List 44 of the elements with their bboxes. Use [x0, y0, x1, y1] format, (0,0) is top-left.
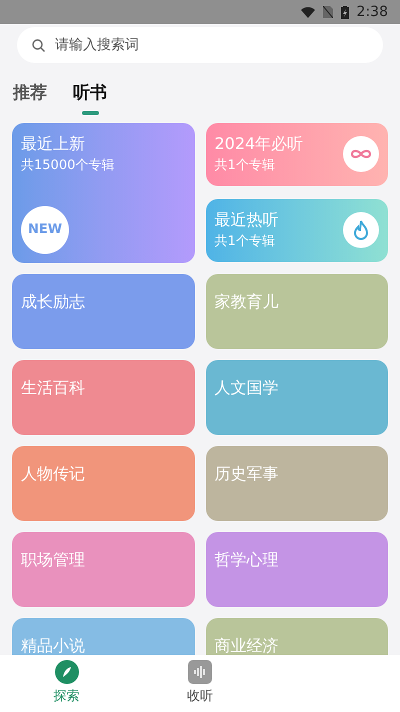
card-title: 历史军事: [214, 464, 278, 482]
clock: 2:38: [356, 2, 388, 22]
tab[interactable]: 听书: [73, 81, 107, 114]
card-subtitle: 共15000个专辑: [21, 156, 116, 174]
category-card[interactable]: 最近热听 共1个专辑: [206, 198, 388, 262]
card-title: 最近热听: [214, 209, 278, 232]
category-card[interactable]: 精品小说: [12, 618, 194, 655]
card-title: 哲学心理: [214, 550, 278, 568]
waveform-icon: [188, 660, 212, 684]
category-card[interactable]: 哲学心理: [206, 532, 388, 606]
nav-tab[interactable]: 探索: [0, 655, 134, 712]
card-title: 2024年必听: [214, 133, 304, 156]
category-card[interactable]: 2024年必听 共1个专辑: [206, 122, 388, 186]
card-title: 最近上新: [21, 132, 86, 154]
category-card[interactable]: 生活百科: [12, 360, 194, 434]
card-title: 生活百科: [21, 378, 85, 396]
card-title: 家教育儿: [214, 292, 278, 310]
category-card[interactable]: 人文国学: [206, 360, 388, 434]
card-subtitle: 共1个专辑: [214, 233, 276, 252]
category-card[interactable]: 职场管理: [12, 532, 194, 606]
card-title: 职场管理: [21, 550, 85, 568]
card-title: 人文国学: [214, 378, 278, 396]
category-card[interactable]: 最近上新 共15000个专辑 NEW: [12, 122, 194, 262]
infinity-icon: [350, 148, 372, 160]
compass-icon: [54, 660, 79, 684]
category-card[interactable]: 历史军事: [206, 446, 388, 520]
card-subtitle: 共1个专辑: [214, 157, 276, 176]
battery-icon: [340, 6, 349, 18]
nav-tab[interactable]: 收听: [133, 655, 267, 712]
flame-icon: [352, 219, 370, 241]
card-title: 成长励志: [21, 292, 85, 310]
search-icon: [32, 39, 45, 52]
tab[interactable]: 推荐: [13, 81, 47, 114]
card-title: 商业经济: [214, 636, 278, 654]
category-card[interactable]: 成长励志: [12, 274, 194, 348]
search-field[interactable]: 请输入搜索词: [17, 27, 383, 63]
category-card[interactable]: 人物传记: [12, 446, 194, 520]
card-title: 精品小说: [21, 636, 85, 654]
card-title: 人物传记: [21, 464, 85, 482]
new-badge: NEW: [21, 206, 69, 254]
category-card[interactable]: 家教育儿: [206, 274, 388, 348]
wifi-icon: [300, 6, 315, 18]
category-card[interactable]: 商业经济: [206, 618, 388, 655]
no-sim-icon: [322, 6, 333, 18]
